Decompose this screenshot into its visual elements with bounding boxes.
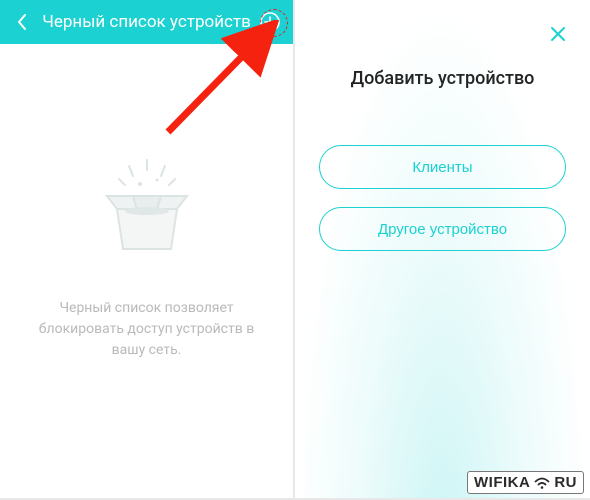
empty-state: Черный список позволяет блокировать дост…	[0, 44, 293, 361]
close-icon	[549, 25, 567, 43]
back-button[interactable]	[10, 10, 34, 34]
add-device-button[interactable]	[257, 9, 283, 35]
empty-box-icon	[87, 154, 207, 264]
chevron-left-icon	[16, 13, 28, 31]
wifi-icon	[534, 477, 550, 489]
option-clients-button[interactable]: Клиенты	[319, 145, 566, 189]
watermark-badge: WIFIKA RU	[467, 471, 584, 494]
watermark-text-right: RU	[554, 474, 577, 491]
empty-state-caption: Черный список позволяет блокировать дост…	[0, 298, 293, 361]
screen-add-device-sheet: Добавить устройство Клиенты Другое устро…	[295, 0, 590, 500]
screen-blacklist: Черный список устройств	[0, 0, 295, 500]
option-other-device-button[interactable]: Другое устройство	[319, 207, 566, 251]
option-list: Клиенты Другое устройство	[295, 145, 590, 251]
titlebar: Черный список устройств	[0, 0, 293, 44]
screen-title: Черный список устройств	[0, 12, 293, 32]
watermark-text-left: WIFIKA	[474, 474, 530, 491]
sheet-title: Добавить устройство	[295, 68, 590, 89]
close-button[interactable]	[544, 20, 572, 48]
plus-circle-icon	[259, 11, 281, 33]
